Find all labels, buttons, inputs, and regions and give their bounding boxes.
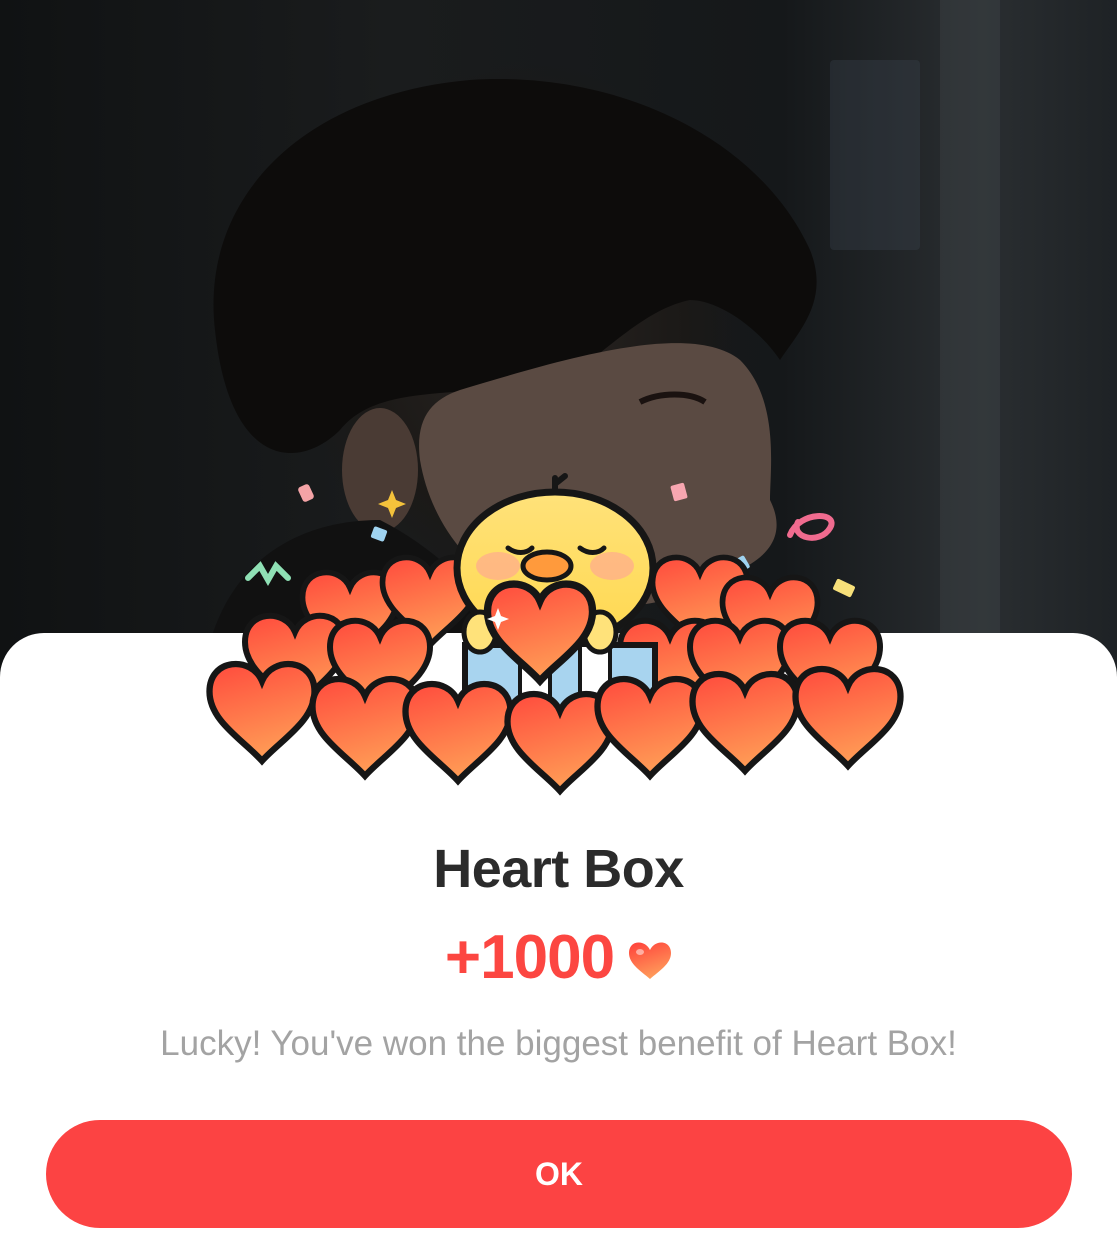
heart-icon <box>629 941 672 979</box>
ok-button[interactable]: OK <box>46 1120 1072 1228</box>
dialog-title: Heart Box <box>433 839 684 899</box>
heart-box-illustration <box>200 473 920 805</box>
screen: Heart Box +1000 Lucky! You've won the bi… <box>0 0 1117 1234</box>
reward-message: Lucky! You've won the biggest benefit of… <box>160 1024 957 1063</box>
reward-amount: +1000 <box>444 923 615 992</box>
reward-amount-row: +1000 <box>0 922 1117 993</box>
